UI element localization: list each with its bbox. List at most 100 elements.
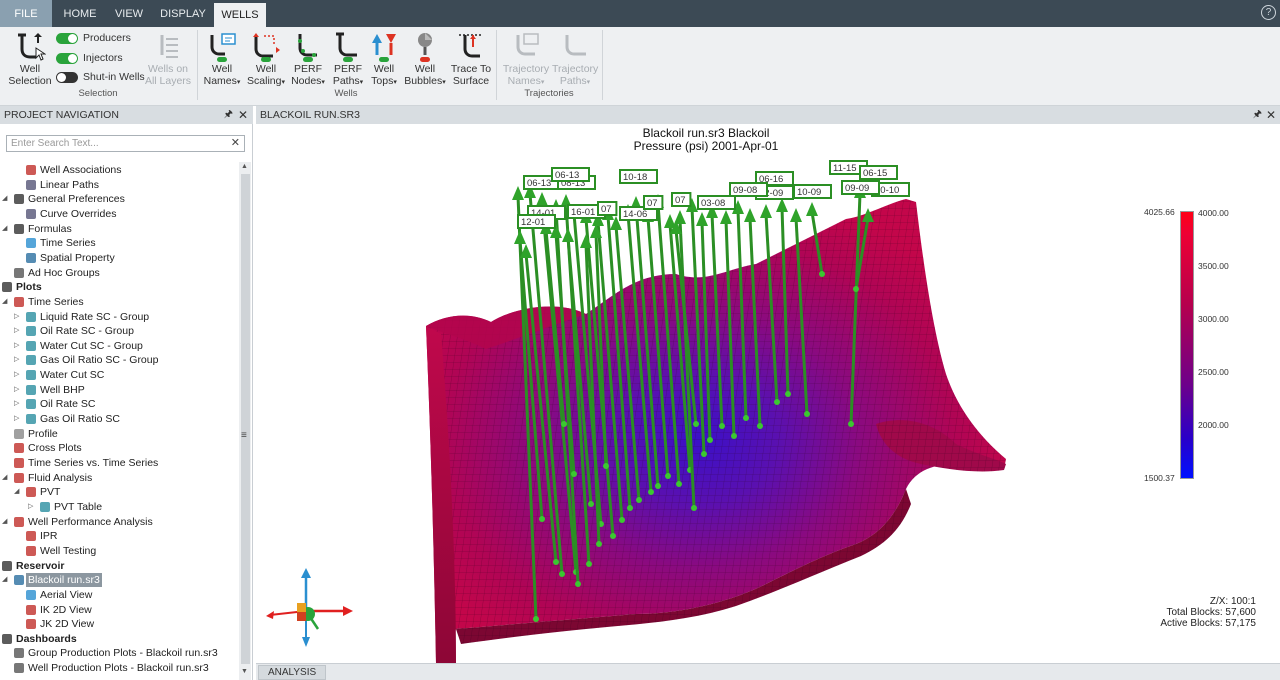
tree-item[interactable]: ◢ Well Performance Analysis [0,515,236,529]
tab-wells[interactable]: WELLS [214,3,266,27]
tree-item[interactable]: ◢ Fluid Analysis [0,471,236,485]
tree-item[interactable]: ▷ Oil Rate SC - Group [0,324,236,338]
tree-item[interactable]: ▷ Liquid Rate SC - Group [0,310,236,324]
collapse-icon[interactable]: ◢ [2,515,10,529]
expand-icon[interactable]: ▷ [14,397,22,411]
tab-home[interactable]: HOME [54,0,106,27]
tree-item[interactable]: ◢Reservoir [0,559,236,573]
tree-item[interactable]: Cross Plots [0,441,236,455]
tree-item[interactable]: ▷ PVT Table [0,500,236,514]
wells-on-all-layers-button[interactable]: Wells on All Layers [144,31,192,87]
tree-item[interactable]: ▷ Gas Oil Ratio SC - Group [0,353,236,367]
well-head-icon[interactable] [696,212,708,226]
tab-file[interactable]: FILE [0,0,52,27]
3d-viewport[interactable]: 06-13 08-13 06-13 10-18 06-16 11-15 06-15 10-10… [256,124,1280,663]
tree-item[interactable]: ◢ Blackoil run.sr3 [0,573,236,588]
well-selection-button[interactable]: Well Selection [6,31,54,87]
tree-item[interactable]: IPR [0,529,236,543]
well-head-icon[interactable] [776,198,788,212]
expand-icon[interactable]: ▷ [14,310,22,324]
expand-icon[interactable]: ▷ [14,353,22,367]
pin-icon[interactable]: 🖈 [1253,106,1262,124]
well-head-icon[interactable] [760,204,772,218]
well-head-icon[interactable] [512,186,524,200]
scroll-up-icon[interactable]: ▲ [241,163,248,170]
tree-item[interactable]: ▷ Well BHP [0,383,236,397]
tree-item[interactable]: ▷ Water Cut SC [0,368,236,382]
tree-item[interactable]: ◢ PVT [0,485,236,499]
tree-item[interactable]: Well Associations [0,163,236,177]
collapse-icon[interactable]: ◢ [2,192,10,206]
tab-analysis[interactable]: ANALYSIS [258,665,327,680]
expand-icon[interactable]: ▷ [14,339,22,353]
tree-item[interactable]: ◢ Formulas [0,222,236,236]
help-icon[interactable]: ? [1261,5,1276,20]
tab-display[interactable]: DISPLAY [152,0,214,27]
well-head-icon[interactable] [536,192,548,206]
tree-item[interactable]: Time Series vs. Time Series [0,456,236,470]
collapse-icon[interactable]: ◢ [14,485,22,499]
well-head-icon[interactable] [580,234,592,248]
tree-scrollbar[interactable]: ▲ ≡ ▼ [239,162,251,680]
tree-item[interactable]: IK 2D View [0,603,236,617]
well-bubbles-button[interactable]: Well Bubbles▾ [400,31,450,89]
close-icon[interactable]: ✕ [1266,106,1276,124]
well-head-icon[interactable] [562,228,574,242]
close-icon[interactable]: ✕ [238,106,248,124]
expand-icon[interactable]: ▷ [14,324,22,338]
expand-icon[interactable]: ▷ [14,412,22,426]
tree-item[interactable]: Curve Overrides [0,207,236,221]
tree-item[interactable]: ◢Dashboards [0,632,236,646]
shutin-wells-switch[interactable] [56,72,78,83]
well-names-button[interactable]: Well Names▾ [200,31,244,89]
reservoir-3d-scene[interactable]: 06-13 08-1306-13 10-18 06-1611-15 06-1510-10… [256,124,1280,663]
tree-item[interactable]: ▷ Oil Rate SC [0,397,236,411]
collapse-icon[interactable]: ◢ [2,222,10,236]
tree-item[interactable]: Profile [0,427,236,441]
navigation-tree: Well Associations Linear Paths ◢ General Pr… [0,162,238,680]
scroll-down-icon[interactable]: ▼ [241,668,248,675]
expand-icon[interactable]: ▷ [14,383,22,397]
tree-item[interactable]: Linear Paths [0,178,236,192]
trace-to-surface-button[interactable]: Trace To Surface [450,31,492,87]
view-tab-title[interactable]: BLACKOIL RUN.SR3 [260,109,360,121]
tree-item[interactable]: ◢ Time Series [0,295,236,309]
collapse-icon[interactable]: ◢ [2,573,10,587]
trajectory-paths-button[interactable]: Trajectory Paths▾ [552,31,598,89]
axis-triad[interactable] [266,568,353,647]
tree-item-label: Time Series [40,237,96,250]
well-scaling-button[interactable]: Well Scaling▾ [244,31,288,89]
well-head-icon[interactable] [514,230,526,244]
pin-icon[interactable]: 🖈 [224,106,233,124]
tab-view[interactable]: VIEW [106,0,152,27]
tree-item[interactable]: Ad Hoc Groups [0,266,236,280]
scrollbar-thumb[interactable] [241,174,250,664]
collapse-icon[interactable]: ◢ [2,471,10,485]
collapse-icon[interactable]: ◢ [2,295,10,309]
tree-item[interactable]: Aerial View [0,588,236,602]
tree-item[interactable]: ▷ Gas Oil Ratio SC [0,412,236,426]
well-head-icon[interactable] [744,208,756,222]
producers-switch[interactable] [56,33,78,44]
expand-icon[interactable]: ▷ [28,500,36,514]
tree-item[interactable]: Group Production Plots - Blackoil run.sr… [0,646,236,660]
injectors-switch[interactable] [56,53,78,64]
well-head-icon[interactable] [806,202,818,216]
perf-paths-button[interactable]: PERF Paths▾ [328,31,368,89]
trajectory-names-button[interactable]: Trajectory Names▾ [500,31,552,89]
tree-item[interactable]: ▷ Water Cut SC - Group [0,339,236,353]
tree-item[interactable]: Well Production Plots - Blackoil run.sr3 [0,661,236,675]
tree-item[interactable]: JK 2D View [0,617,236,631]
tree-item[interactable]: ◢ General Preferences [0,192,236,206]
tree-item[interactable]: Spatial Property [0,251,236,265]
well-head-icon[interactable] [720,210,732,224]
tree-item[interactable]: ◢Plots [0,280,236,294]
search-input[interactable]: Enter Search Text... ✕ [6,135,245,152]
well-tops-button[interactable]: Well Tops▾ [368,31,400,89]
expand-icon[interactable]: ▷ [14,368,22,382]
tree-item[interactable]: Well Testing [0,544,236,558]
tree-item[interactable]: Time Series [0,236,236,250]
perf-nodes-button[interactable]: PERF Nodes▾ [288,31,328,89]
well-head-icon[interactable] [790,208,802,222]
clear-search-icon[interactable]: ✕ [231,136,240,151]
